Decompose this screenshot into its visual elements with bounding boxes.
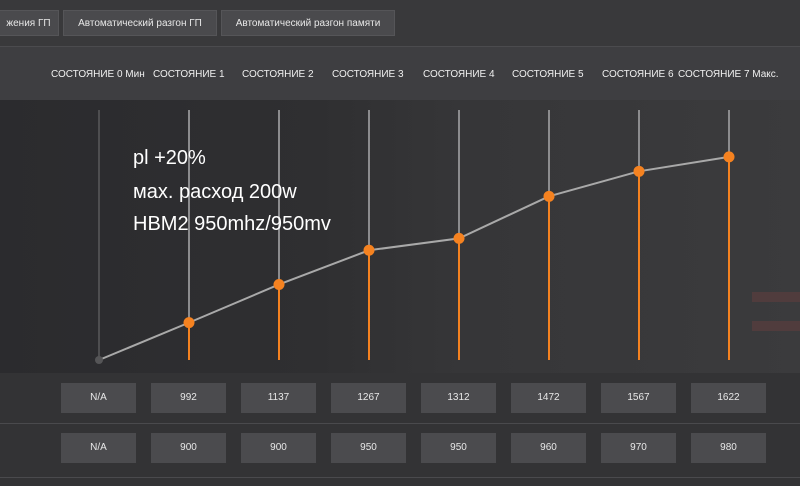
frequency-curve[interactable] bbox=[0, 100, 800, 373]
voltage-input-3[interactable]: 950 bbox=[331, 433, 406, 463]
tab-memory-auto-overclock[interactable]: Автоматический разгон памяти bbox=[221, 10, 395, 36]
state-handle-5[interactable] bbox=[543, 190, 555, 202]
voltage-input-5[interactable]: 960 bbox=[511, 433, 586, 463]
state-handle-0[interactable] bbox=[95, 356, 103, 364]
voltage-input-6[interactable]: 970 bbox=[601, 433, 676, 463]
state-handle-2[interactable] bbox=[273, 278, 285, 290]
annotation-power-limit: pl +20% bbox=[133, 147, 206, 169]
voltage-input-2[interactable]: 900 bbox=[241, 433, 316, 463]
bottom-divider bbox=[0, 477, 800, 478]
tab-gpu-auto-overclock[interactable]: Автоматический разгон ГП bbox=[63, 10, 217, 36]
voltage-input-7[interactable]: 980 bbox=[691, 433, 766, 463]
tab-bar: жения ГП Автоматический разгон ГП Автома… bbox=[0, 0, 800, 46]
frequency-input-0[interactable]: N/A bbox=[61, 383, 136, 413]
frequency-input-2[interactable]: 1137 bbox=[241, 383, 316, 413]
state-handle-3[interactable] bbox=[363, 244, 375, 256]
state-header: СОСТОЯНИЕ 0 Мин СОСТОЯНИЕ 1 СОСТОЯНИЕ 2 … bbox=[0, 46, 800, 101]
state-label-1: СОСТОЯНИЕ 1 bbox=[153, 69, 225, 80]
state-handle-4[interactable] bbox=[453, 232, 465, 244]
state-handle-1[interactable] bbox=[183, 317, 195, 329]
annotation-max-power: мах. расход 200w bbox=[133, 181, 297, 203]
annotation-hbm2: HBM2 950mhz/950mv bbox=[133, 213, 331, 235]
state-label-3: СОСТОЯНИЕ 3 bbox=[332, 69, 404, 80]
voltage-input-4[interactable]: 950 bbox=[421, 433, 496, 463]
frequency-input-4[interactable]: 1312 bbox=[421, 383, 496, 413]
voltage-input-0[interactable]: N/A bbox=[61, 433, 136, 463]
state-label-4: СОСТОЯНИЕ 4 bbox=[423, 69, 495, 80]
voltage-input-1[interactable]: 900 bbox=[151, 433, 226, 463]
state-label-2: СОСТОЯНИЕ 2 bbox=[242, 69, 314, 80]
frequency-input-6[interactable]: 1567 bbox=[601, 383, 676, 413]
tab-gpu-voltage[interactable]: жения ГП bbox=[0, 10, 59, 36]
frequency-row: N/A 992 1137 1267 1312 1472 1567 1622 bbox=[0, 373, 800, 423]
frequency-input-3[interactable]: 1267 bbox=[331, 383, 406, 413]
state-label-7: СОСТОЯНИЕ 7 Макс. bbox=[678, 69, 779, 80]
frequency-input-5[interactable]: 1472 bbox=[511, 383, 586, 413]
state-label-0: СОСТОЯНИЕ 0 Мин bbox=[51, 69, 145, 80]
state-handle-7[interactable] bbox=[723, 151, 735, 163]
frequency-input-7[interactable]: 1622 bbox=[691, 383, 766, 413]
state-label-6: СОСТОЯНИЕ 6 bbox=[602, 69, 674, 80]
frequency-input-1[interactable]: 992 bbox=[151, 383, 226, 413]
state-handle-6[interactable] bbox=[633, 165, 645, 177]
state-label-5: СОСТОЯНИЕ 5 bbox=[512, 69, 584, 80]
